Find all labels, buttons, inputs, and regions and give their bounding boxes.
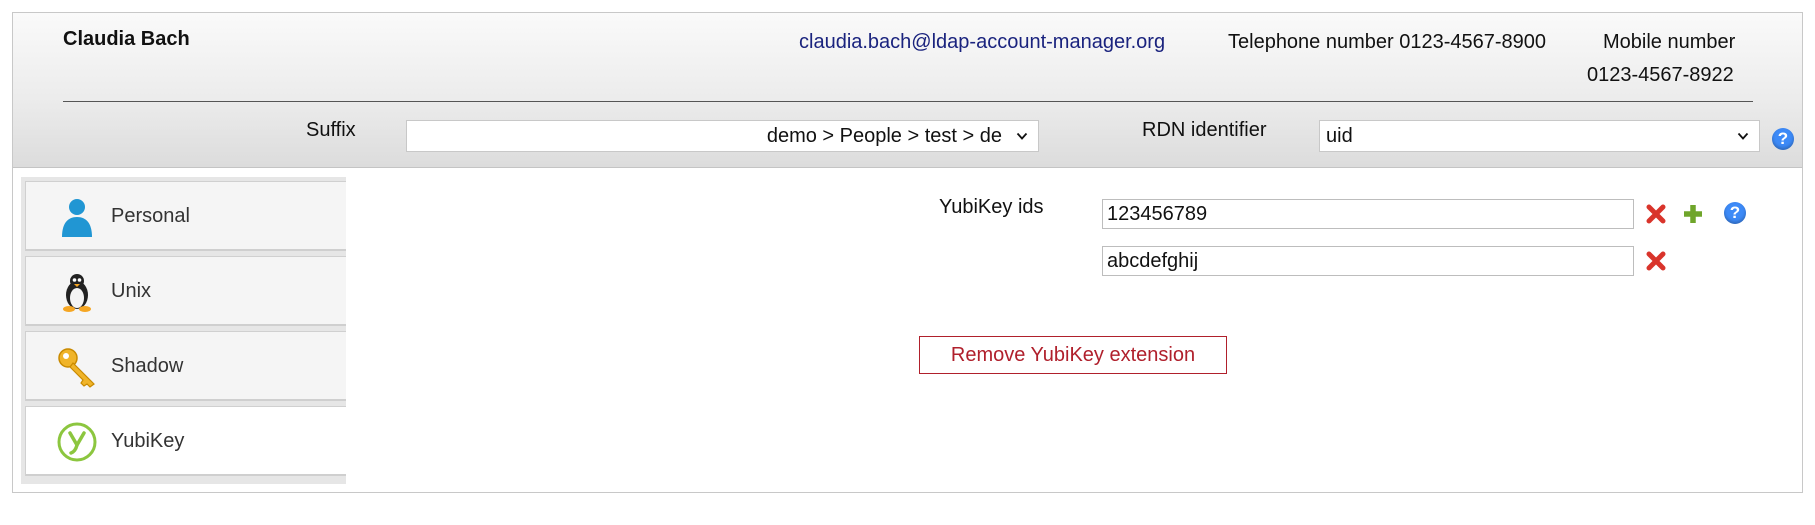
rdn-select-value: uid xyxy=(1326,124,1353,147)
mobile-number-value: 0123-4567-8922 xyxy=(1587,64,1734,86)
delete-icon[interactable] xyxy=(1645,203,1667,225)
chevron-down-icon xyxy=(1016,132,1028,140)
yubikey-icon xyxy=(57,422,97,462)
yubikey-id-input[interactable] xyxy=(1102,199,1634,229)
tab-label: Shadow xyxy=(111,355,184,377)
key-icon xyxy=(58,348,95,388)
remove-yubikey-extension-button[interactable]: Remove YubiKey extension xyxy=(919,336,1227,374)
tab-unix[interactable]: Unix xyxy=(25,256,346,326)
person-icon xyxy=(62,199,92,237)
tab-personal[interactable]: Personal xyxy=(25,181,346,251)
delete-icon[interactable] xyxy=(1645,250,1667,272)
suffix-select[interactable]: demo > People > test > de xyxy=(406,120,1039,152)
tab-label: Unix xyxy=(111,280,152,302)
email-link[interactable]: claudia.bach@ldap-account-manager.org xyxy=(799,31,1165,54)
suffix-label: Suffix xyxy=(306,119,356,141)
help-icon[interactable]: ? xyxy=(1724,202,1746,224)
header-divider xyxy=(63,101,1753,102)
tab-yubikey[interactable]: YubiKey xyxy=(25,406,346,476)
account-header: Claudia Bach claudia.bach@ldap-account-m… xyxy=(13,13,1802,168)
tab-label: YubiKey xyxy=(111,430,185,452)
user-name: Claudia Bach xyxy=(63,28,190,50)
yubikey-ids-label: YubiKey ids xyxy=(939,196,1044,218)
telephone-number: Telephone number 0123-4567-8900 xyxy=(1228,31,1547,53)
account-editor-frame: Claudia Bach claudia.bach@ldap-account-m… xyxy=(12,12,1803,493)
suffix-select-value: demo > People > test > de xyxy=(766,124,1002,147)
add-icon[interactable] xyxy=(1682,203,1704,225)
chevron-down-icon xyxy=(1737,132,1749,140)
rdn-identifier-select[interactable]: uid xyxy=(1319,120,1760,152)
help-icon[interactable]: ? xyxy=(1772,128,1794,150)
yubikey-id-input[interactable] xyxy=(1102,246,1634,276)
penguin-icon xyxy=(63,274,91,312)
rdn-identifier-label: RDN identifier xyxy=(1142,119,1267,141)
mobile-number-label: Mobile number xyxy=(1603,31,1736,53)
tab-label: Personal xyxy=(111,205,190,227)
module-tabs: Personal Unix Shadow YubiKey xyxy=(21,177,346,484)
tab-shadow[interactable]: Shadow xyxy=(25,331,346,401)
